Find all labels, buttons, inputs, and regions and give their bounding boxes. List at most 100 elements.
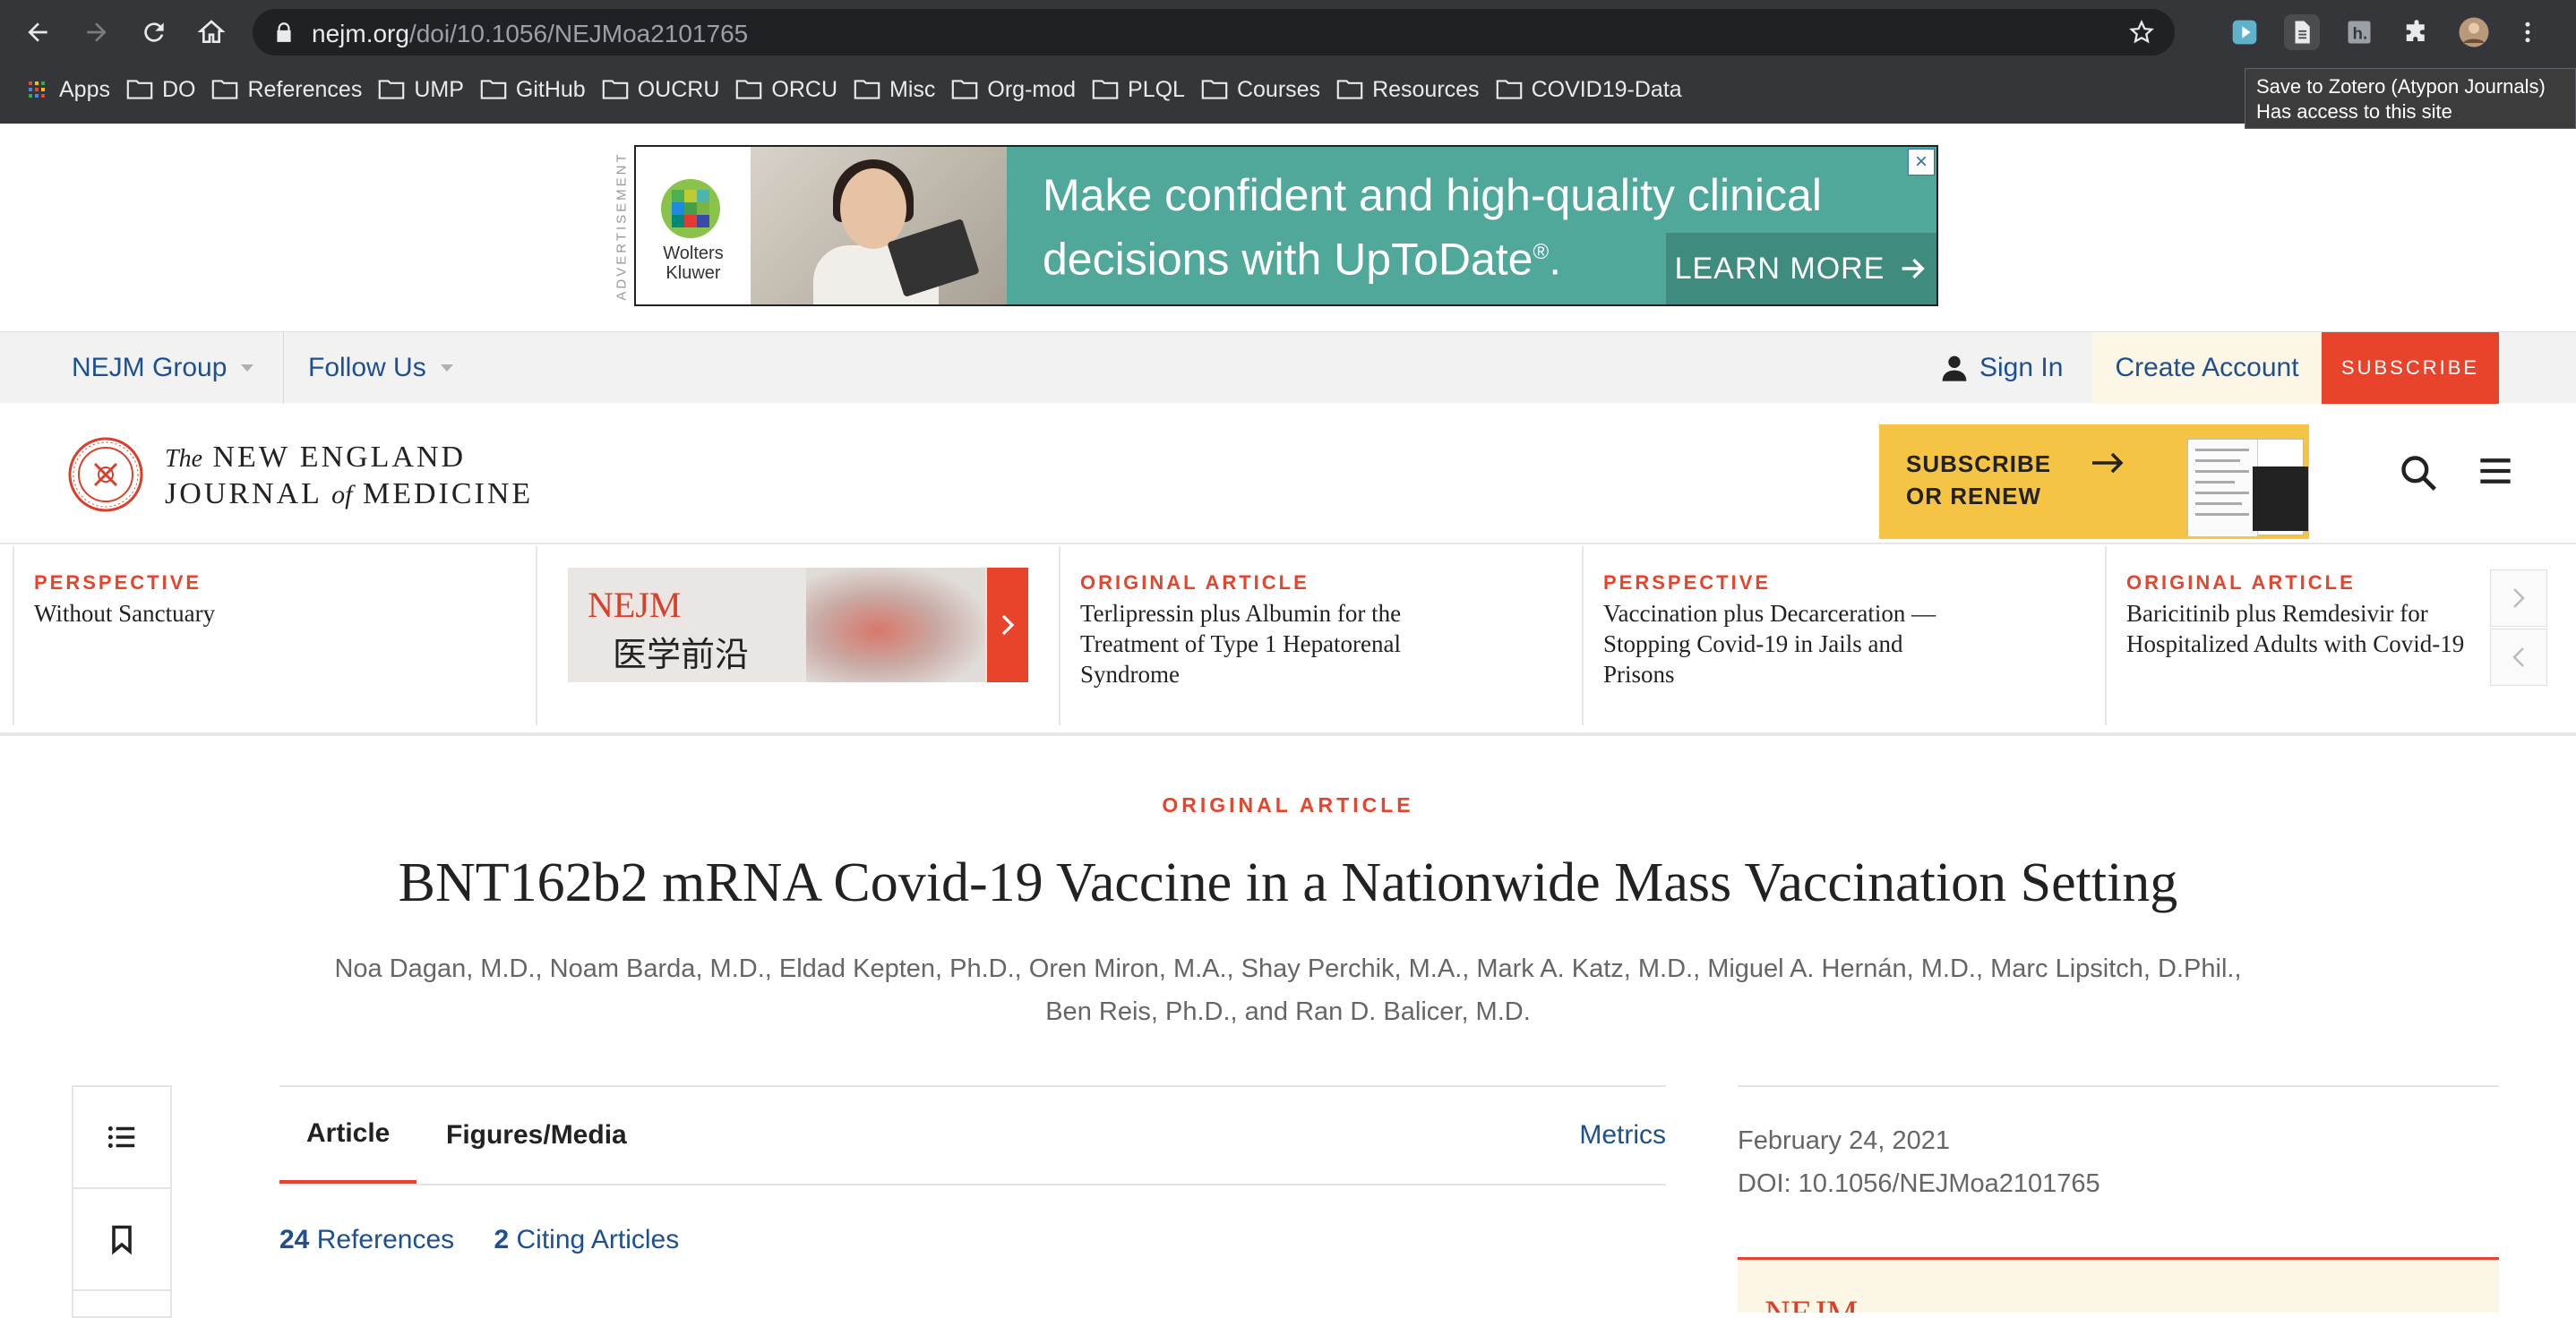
- hamburger-menu-icon[interactable]: [2477, 455, 2513, 487]
- tab-article[interactable]: Article: [279, 1087, 417, 1184]
- carousel-next-button[interactable]: [2490, 569, 2547, 627]
- promo-line: SUBSCRIBE: [1906, 450, 2052, 477]
- bookmark-folder[interactable]: References: [211, 68, 362, 111]
- ad-headline-line: Make confident and high-quality clinical: [1043, 170, 1822, 220]
- chevron-right-icon: [1001, 614, 1015, 636]
- arrow-right-icon: [2092, 452, 2124, 474]
- bookmark-folder[interactable]: Resources: [1336, 68, 1480, 111]
- nejm-seal-icon[interactable]: [68, 437, 143, 512]
- extension-hypothesis[interactable]: h.: [2341, 14, 2377, 50]
- authors-line: Noa Dagan, M.D., Noam Barda, M.D., Eldad…: [334, 954, 2242, 983]
- folder-icon: [602, 80, 628, 99]
- home-button[interactable]: [192, 13, 231, 52]
- carousel-card[interactable]: PERSPECTIVE Without Sanctuary: [13, 546, 536, 725]
- toc-button[interactable]: [73, 1087, 170, 1187]
- bookmark-label: Courses: [1236, 76, 1321, 102]
- bookmark-folder[interactable]: Courses: [1201, 68, 1320, 111]
- chevron-right-icon: [2513, 588, 2525, 608]
- bookmark-folder[interactable]: DO: [126, 68, 195, 111]
- close-icon: ×: [1914, 150, 1928, 174]
- folder-icon: [854, 80, 880, 99]
- ad-label: ADVERTISEMENT: [611, 147, 632, 304]
- article-meta: February 24, 2021 DOI: 10.1056/NEJMoa210…: [1738, 1085, 2499, 1205]
- promo-box-brand: NEJM: [1765, 1292, 1858, 1313]
- profile-avatar[interactable]: [2456, 14, 2492, 50]
- article-kicker: ORIGINAL ARTICLE: [1162, 793, 1414, 817]
- bookmark-folder[interactable]: Misc: [854, 68, 935, 111]
- article-carousel: PERSPECTIVE Without Sanctuary NEJM 医学前沿 …: [0, 546, 2576, 736]
- reload-button[interactable]: [134, 13, 174, 52]
- carousel-ad-slot: NEJM 医学前沿: [536, 546, 1059, 725]
- tooltip-line: Has access to this site: [2256, 100, 2452, 123]
- promo-text: SUBSCRIBE OR RENEW: [1906, 448, 2051, 512]
- svg-text:h.: h.: [2353, 24, 2368, 43]
- bookmark-button[interactable]: [73, 1189, 170, 1289]
- article-tabs: Article Figures/Media Metrics: [279, 1085, 1666, 1185]
- address-bar[interactable]: nejm.org/doi/10.1056/NEJMoa2101765: [253, 9, 2175, 56]
- sign-in-link[interactable]: Sign In: [1940, 332, 2063, 404]
- bookmark-star-icon[interactable]: [2128, 19, 2155, 46]
- bookmark-label: PLQL: [1128, 76, 1185, 102]
- bookmark-folder[interactable]: PLQL: [1092, 68, 1185, 111]
- nejm-group-dropdown[interactable]: NEJM Group: [72, 332, 254, 404]
- metrics-link[interactable]: Metrics: [1579, 1087, 1666, 1184]
- references-count: 24: [279, 1225, 310, 1254]
- logo-the: The: [165, 445, 202, 473]
- card-title: Without Sanctuary: [34, 600, 216, 627]
- bookmark-folder[interactable]: COVID19-Data: [1496, 68, 1682, 111]
- tab-figures-media[interactable]: Figures/Media: [435, 1087, 638, 1184]
- references-links: 24 References 2 Citing Articles: [279, 1225, 679, 1255]
- forward-button[interactable]: [77, 13, 116, 52]
- divider: [73, 1289, 170, 1291]
- bookmark-label: Misc: [889, 76, 936, 102]
- extensions-menu[interactable]: [2399, 14, 2434, 50]
- references-link[interactable]: 24 References: [279, 1225, 454, 1254]
- bookmark-label: COVID19-Data: [1531, 76, 1682, 102]
- nejm-ad-arrow[interactable]: [987, 568, 1028, 682]
- nejm-logo-text[interactable]: The NEW ENGLAND JOURNAL of MEDICINE: [165, 441, 533, 513]
- bookmark-folder[interactable]: Org-mod: [951, 68, 1076, 111]
- subscribe-renew-promo[interactable]: SUBSCRIBE OR RENEW: [1879, 424, 2309, 539]
- learn-more-button[interactable]: LEARN MORE: [1666, 233, 1936, 304]
- nejm-promo-box: NEJM: [1738, 1257, 2499, 1313]
- extension-zotero[interactable]: [2284, 14, 2320, 50]
- bookmark-label: GitHub: [515, 76, 586, 102]
- ad-banner[interactable]: Wolters Kluwer Make confident and high-qu…: [634, 145, 1938, 306]
- tab-label: Article: [306, 1118, 391, 1148]
- logo-line: The NEW ENGLAND: [165, 441, 533, 476]
- carousel-card[interactable]: ORIGINAL ARTICLE Terlipressin plus Album…: [1059, 546, 1582, 725]
- create-account-button[interactable]: Create Account: [2092, 332, 2322, 404]
- brand-line: Kluwer: [665, 263, 721, 283]
- subscribe-button[interactable]: SUBSCRIBE: [2322, 332, 2499, 404]
- browser-toolbar: nejm.org/doi/10.1056/NEJMoa2101765 h.: [0, 0, 2576, 64]
- bookmark-folder[interactable]: UMP: [378, 68, 464, 111]
- nejm-china-ad[interactable]: NEJM 医学前沿: [568, 568, 1028, 682]
- bookmark-folder[interactable]: GitHub: [480, 68, 586, 111]
- ad-close-button[interactable]: ×: [1908, 149, 1935, 175]
- search-icon[interactable]: [2399, 453, 2438, 492]
- logo-medicine: MEDICINE: [362, 477, 534, 510]
- citing-articles-link[interactable]: 2 Citing Articles: [494, 1225, 679, 1254]
- folder-icon: [1336, 80, 1363, 99]
- ad-headline-text: decisions with UpToDate: [1043, 234, 1533, 285]
- bookmark-folder[interactable]: ORCU: [735, 68, 837, 111]
- bookmark-folder[interactable]: OUCRU: [602, 68, 719, 111]
- card-title: Vaccination plus Decarceration — Stoppin…: [1603, 600, 1936, 688]
- folder-icon: [126, 80, 153, 99]
- folder-icon: [480, 80, 507, 99]
- caret-down-icon: [440, 364, 453, 372]
- follow-us-dropdown[interactable]: Follow Us: [308, 332, 453, 404]
- nejm-ad-brand: NEJM: [588, 585, 682, 625]
- extension-play[interactable]: [2227, 14, 2263, 50]
- home-icon: [197, 20, 226, 43]
- bookmark-apps[interactable]: Apps: [23, 68, 110, 111]
- carousel-prev-button[interactable]: [2490, 629, 2547, 686]
- carousel-card[interactable]: PERSPECTIVE Vaccination plus Decarcerati…: [1582, 546, 2105, 725]
- back-button[interactable]: [18, 13, 57, 52]
- ad-headline-end: .: [1549, 234, 1562, 285]
- lock-icon: [277, 22, 291, 42]
- carousel-card[interactable]: ORIGINAL ARTICLE Baricitinib plus Remdes…: [2105, 546, 2472, 725]
- card-kicker: PERSPECTIVE: [34, 571, 202, 594]
- browser-menu[interactable]: [2510, 14, 2546, 50]
- tab-label: Figures/Media: [446, 1120, 627, 1150]
